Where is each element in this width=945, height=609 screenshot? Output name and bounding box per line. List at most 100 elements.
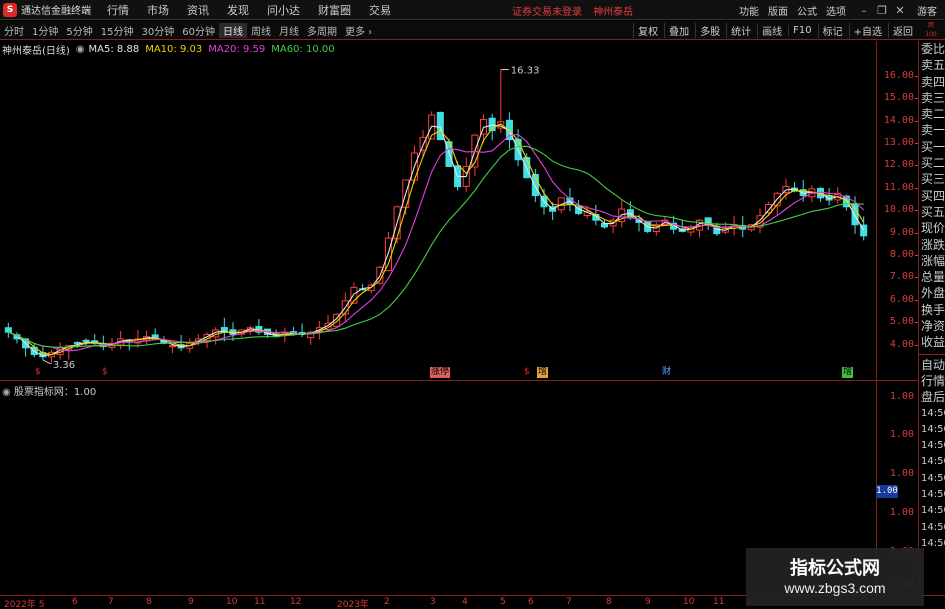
- restore-icon[interactable]: ❐: [873, 4, 891, 17]
- event-tag[interactable]: 财: [661, 367, 672, 378]
- period-30min[interactable]: 30分钟: [137, 23, 178, 38]
- menu-hangqing[interactable]: 行情: [107, 2, 129, 18]
- price-tick: 6.00: [889, 293, 919, 305]
- guest-label[interactable]: 游客: [917, 3, 937, 18]
- price-tick: 12.00: [883, 159, 919, 171]
- sidebar-tab[interactable]: 盘后: [919, 389, 945, 405]
- toolbar-right: 复权 叠加 多股 统计 画线 F10 标记 +自选 返回: [631, 21, 917, 40]
- time-tick: 5: [500, 597, 506, 607]
- menu-jiaoyi[interactable]: 交易: [369, 2, 391, 18]
- price-tick: 13.00: [883, 137, 919, 149]
- candle-body: [73, 341, 81, 344]
- time-tick: 11: [254, 597, 266, 607]
- time-tick: 11: [713, 597, 725, 607]
- sidebar-tab[interactable]: 行情: [919, 373, 945, 389]
- period-1min[interactable]: 1分钟: [28, 23, 62, 38]
- menu-caifuquan[interactable]: 财富圈: [318, 2, 351, 18]
- draw-line-button[interactable]: 画线: [757, 23, 786, 38]
- sidebar-tab[interactable]: 自动: [919, 357, 945, 373]
- ma60-line: [8, 145, 864, 348]
- event-tag[interactable]: 增: [842, 367, 854, 378]
- menu-gongneng[interactable]: 功能: [739, 3, 759, 18]
- multi-stock-button[interactable]: 多股: [695, 23, 724, 38]
- sidebar-field: 卖三: [921, 90, 945, 105]
- fuquan-button[interactable]: 复权: [633, 23, 662, 38]
- sidebar-field: 卖一: [921, 123, 945, 138]
- tick-time: 14:50: [921, 440, 945, 452]
- sidebar-field: 买四: [921, 188, 945, 203]
- time-tick: 9: [645, 597, 651, 607]
- sidebar-field: 换手: [921, 302, 945, 317]
- period-15min[interactable]: 15分钟: [97, 23, 138, 38]
- login-notice[interactable]: 证券交易未登录: [512, 7, 582, 18]
- period-5min[interactable]: 5分钟: [62, 23, 96, 38]
- candlestick-chart[interactable]: 16.33 3.36: [0, 41, 876, 380]
- minimize-icon[interactable]: –: [855, 4, 873, 17]
- period-60min[interactable]: 60分钟: [178, 23, 219, 38]
- sidebar-field: 净资: [921, 319, 945, 334]
- period-fenshi[interactable]: 分时: [0, 23, 28, 38]
- period-more[interactable]: 更多 ›: [341, 23, 376, 38]
- stats-button[interactable]: 统计: [726, 23, 755, 38]
- indicator-tick: 1.00: [889, 468, 914, 479]
- mark-button[interactable]: 标记: [817, 23, 847, 38]
- ma20-line: [8, 133, 865, 352]
- time-tick: 2022年 5: [4, 600, 45, 609]
- add-watchlist-button[interactable]: +自选: [848, 23, 886, 38]
- sidebar-field: 卖二: [921, 107, 945, 122]
- tick-time: 14:50: [921, 456, 945, 468]
- ma10-line: [8, 123, 865, 356]
- menu-gongshi[interactable]: 公式: [797, 3, 817, 18]
- event-tag[interactable]: $: [34, 367, 42, 378]
- app-logo-icon: S: [3, 2, 17, 17]
- price-axis: 16.00 15.00 14.00 13.00 12.00 11.00 10.00 9.00 8…: [876, 41, 919, 380]
- tick-time: 14:50: [921, 521, 945, 533]
- time-tick: 6: [528, 597, 534, 607]
- menu-shichang[interactable]: 市场: [147, 2, 169, 18]
- period-weekly[interactable]: 周线: [247, 23, 275, 38]
- period-daily[interactable]: 日线: [218, 22, 247, 38]
- period-multi[interactable]: 多周期: [303, 23, 341, 38]
- price-tick: 4.00: [889, 338, 919, 350]
- indicator-label: 股票指标网：1.00: [13, 387, 97, 398]
- overlay-button[interactable]: 叠加: [664, 23, 693, 38]
- title-stock-name: 神州泰岳: [593, 7, 634, 18]
- menu-xuanxiang[interactable]: 选项: [826, 3, 846, 18]
- cursor-value: 1.00: [876, 485, 898, 498]
- price-tick: 14.00: [883, 114, 919, 126]
- sidebar-field: 涨跌: [921, 237, 945, 252]
- sidebar-field: 卖五: [921, 58, 945, 73]
- time-tick: 10: [226, 597, 238, 607]
- menu-banmian[interactable]: 版面: [768, 3, 788, 18]
- f10-button[interactable]: F10: [788, 25, 815, 36]
- title-right-group: 功能 版面 公式 选项 – ❐ ✕ 游客: [739, 0, 945, 20]
- price-tick: 10.00: [883, 204, 919, 216]
- event-tag[interactable]: 涨停: [430, 367, 451, 378]
- sidebar-field: 现价: [921, 221, 945, 236]
- indicator-chart[interactable]: [0, 381, 876, 595]
- close-icon[interactable]: ✕: [891, 4, 909, 17]
- indicator-tick: 1.00: [889, 391, 914, 402]
- corner-tag-text: 跨 100: [925, 22, 937, 38]
- app-name: 通达信金融终端: [21, 6, 91, 17]
- event-tag[interactable]: 增: [537, 367, 549, 378]
- sidebar-field: 买三: [921, 172, 945, 187]
- indicator-tick: 1.00: [889, 429, 914, 440]
- time-tick: 4: [462, 597, 468, 607]
- candle-body: [436, 111, 444, 141]
- menu-zixun[interactable]: 资讯: [187, 2, 209, 18]
- tick-time: 14:50: [921, 505, 945, 517]
- sidebar-field: 买二: [921, 156, 945, 171]
- indicator-settings-icon[interactable]: ◉: [2, 387, 11, 398]
- time-tick: 9: [188, 597, 194, 607]
- watermark-title: 指标公式网: [790, 558, 880, 579]
- event-tag[interactable]: $: [523, 367, 531, 378]
- price-tick: 7.00: [889, 271, 919, 283]
- event-tag[interactable]: $: [101, 367, 109, 378]
- back-button[interactable]: 返回: [888, 23, 917, 38]
- sidebar-field: 买一: [921, 139, 945, 154]
- menu-faxian[interactable]: 发现: [227, 2, 249, 18]
- menu-wenxiaoda[interactable]: 问小达: [267, 2, 300, 18]
- tick-time: 14:50: [921, 472, 945, 484]
- period-monthly[interactable]: 月线: [275, 23, 303, 38]
